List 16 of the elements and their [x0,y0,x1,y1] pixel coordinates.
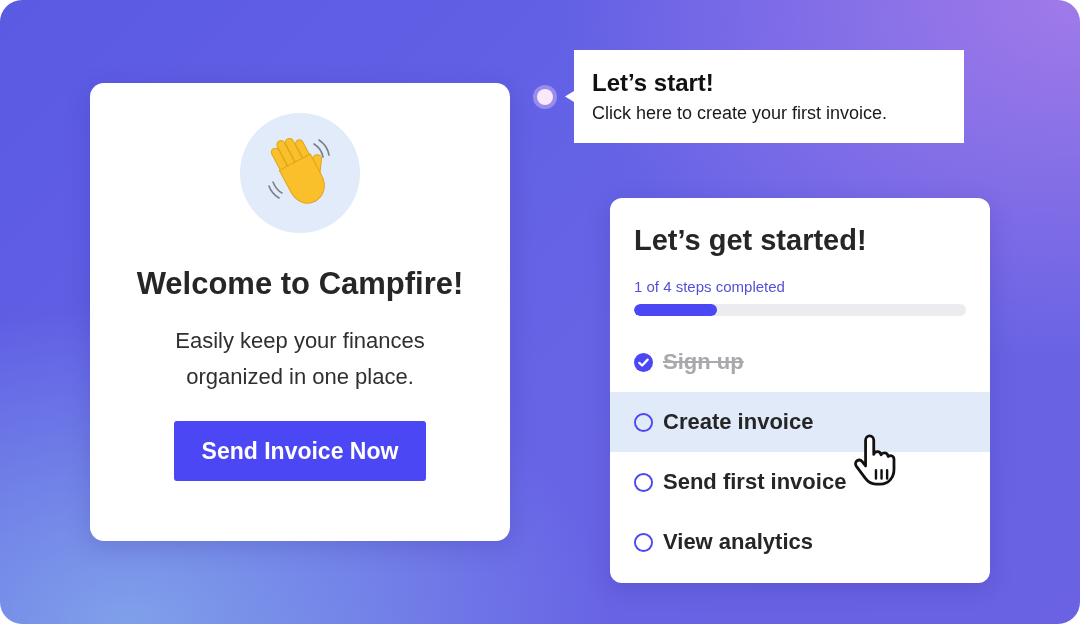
checked-circle-icon[interactable] [634,352,653,372]
empty-circle-icon[interactable] [634,412,653,432]
tooltip-text: Click here to create your first invoice. [592,102,889,124]
welcome-title: Welcome to Campfire! [136,265,464,303]
send-invoice-button[interactable]: Send Invoice Now [174,421,426,481]
waving-hand-icon [240,113,360,233]
tooltip-title: Let’s start! [592,68,715,98]
hotspot-dot-icon[interactable] [537,88,553,105]
checklist-item[interactable]: View analytics [610,512,990,572]
checklist-item[interactable]: Send first invoice [610,452,990,512]
progress-text: 1 of 4 steps completed [634,277,785,297]
welcome-description: Easily keep your finances organized in one place. [174,327,426,391]
checklist-title: Let’s get started! [634,223,867,258]
empty-circle-icon[interactable] [634,532,653,552]
checklist-item[interactable]: Create invoice [610,392,990,452]
empty-circle-icon[interactable] [634,472,653,492]
